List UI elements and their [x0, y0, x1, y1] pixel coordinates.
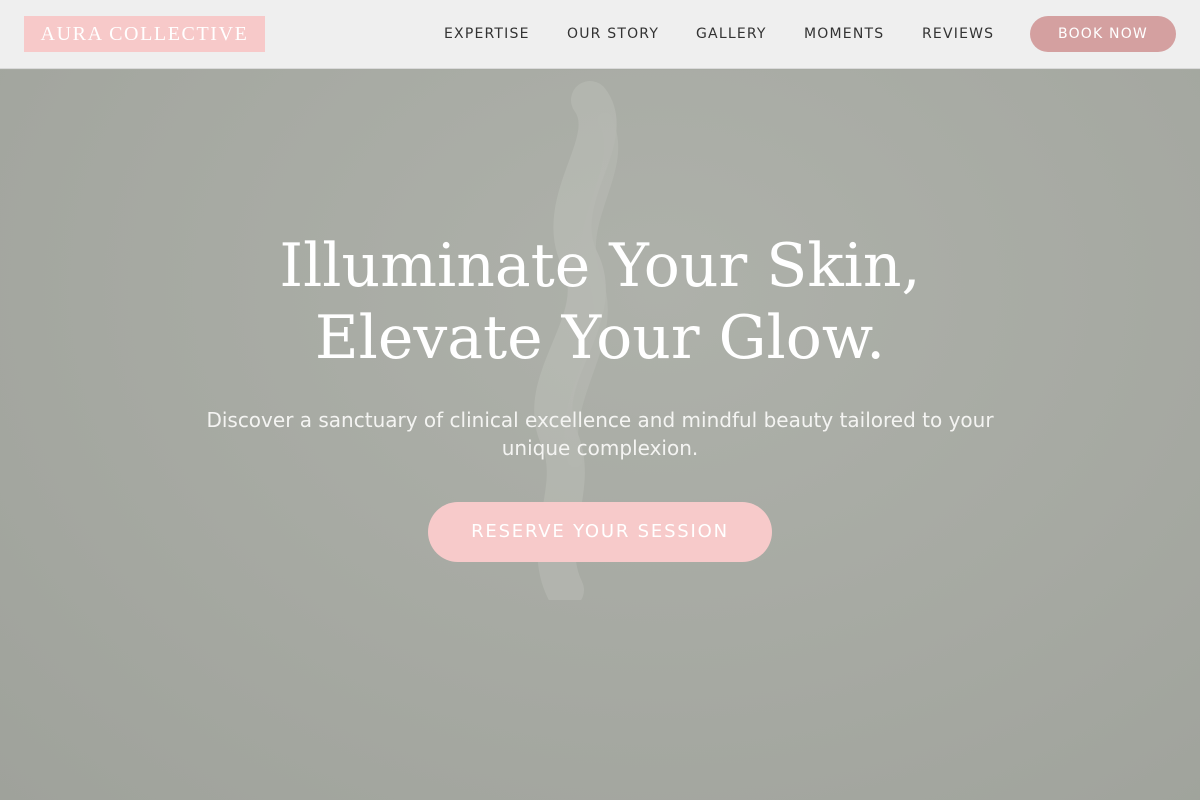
- reserve-session-button[interactable]: RESERVE YOUR SESSION: [428, 502, 772, 562]
- nav-item-expertise[interactable]: EXPERTISE: [444, 24, 530, 44]
- book-now-button[interactable]: BOOK NOW: [1030, 16, 1176, 52]
- logo[interactable]: AURA COLLECTIVE: [24, 16, 265, 52]
- hero-title-line-1: Illuminate Your Skin,: [279, 231, 921, 301]
- nav-item-our-story[interactable]: OUR STORY: [567, 24, 659, 44]
- site-header: AURA COLLECTIVE EXPERTISE OUR STORY GALL…: [0, 0, 1200, 69]
- hero-title: Illuminate Your Skin, Elevate Your Glow.: [150, 230, 1050, 374]
- nav-item-gallery[interactable]: GALLERY: [696, 24, 767, 44]
- hero-subtitle: Discover a sanctuary of clinical excelle…: [206, 408, 994, 460]
- hero-title-line-2: Elevate Your Glow.: [314, 303, 886, 373]
- nav-item-reviews[interactable]: REVIEWS: [922, 24, 994, 44]
- hero-section: ​ Illuminate Your Skin, Elevate Your Glo…: [0, 70, 1200, 800]
- nav-item-moments[interactable]: MOMENTS: [804, 24, 884, 44]
